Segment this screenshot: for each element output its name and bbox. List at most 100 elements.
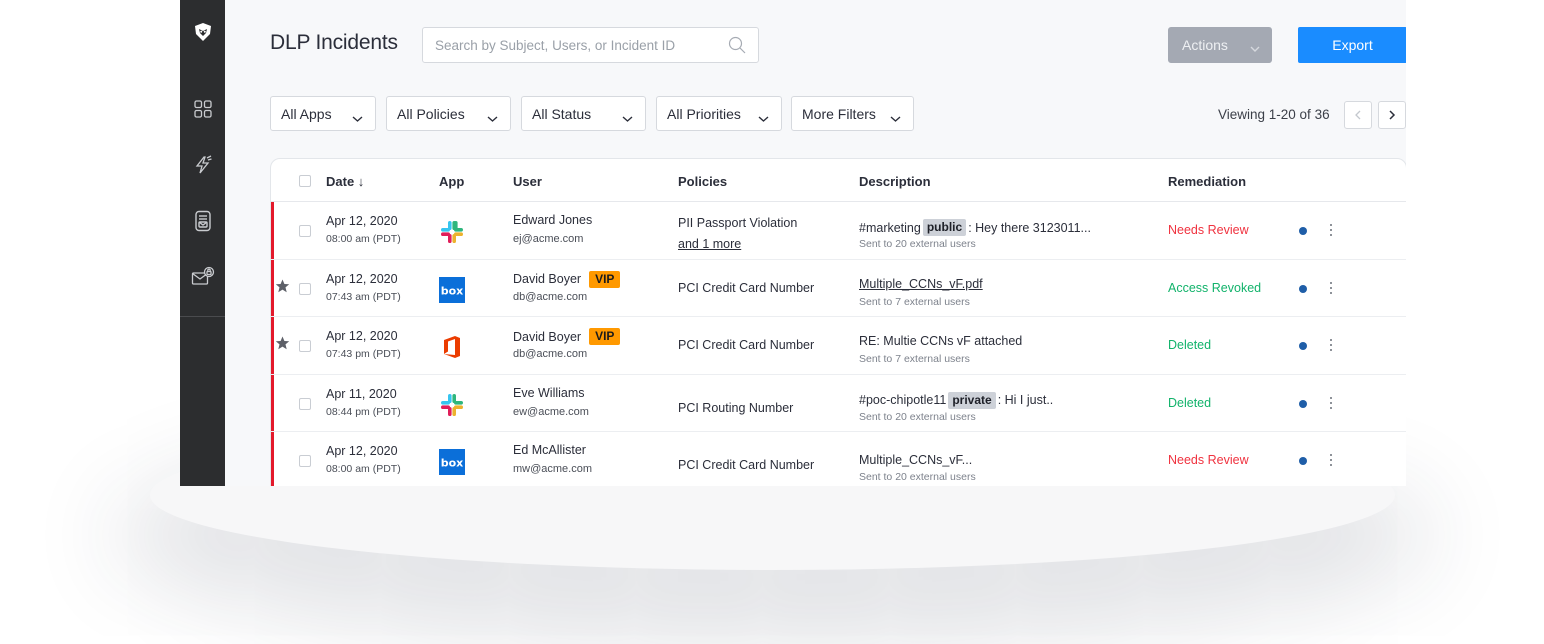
vip-badge: VIP	[589, 328, 621, 345]
next-page-button[interactable]	[1378, 101, 1406, 129]
box-icon: box	[439, 276, 465, 303]
row-checkbox[interactable]	[299, 282, 311, 295]
filter-all-apps[interactable]: All Apps	[270, 96, 376, 131]
filter-all-status[interactable]: All Status	[521, 96, 646, 131]
more-options-icon[interactable]	[1329, 222, 1333, 238]
incident-time: 08:00 am (PDT)	[326, 463, 401, 475]
status-dot	[1299, 342, 1307, 350]
description[interactable]: Multiple_CCNs_vF...	[859, 453, 972, 467]
remediation-status: Deleted	[1168, 338, 1212, 352]
channel-tag: public	[922, 219, 967, 236]
chevron-down-icon	[487, 110, 498, 126]
description-subtext: Sent to 20 external users	[859, 471, 976, 483]
incident-severity-bar	[271, 202, 274, 259]
column-date[interactable]: Date ↓	[326, 174, 364, 189]
actions-button[interactable]: Actions	[1168, 27, 1272, 63]
actions-label: Actions	[1182, 37, 1228, 53]
filter-all-priorities[interactable]: All Priorities	[656, 96, 782, 131]
incident-date: Apr 12, 2020	[326, 329, 398, 343]
remediation-status: Access Revoked	[1168, 280, 1262, 295]
star-icon[interactable]	[275, 336, 290, 355]
more-options-icon[interactable]	[1329, 395, 1333, 411]
description[interactable]: #marketing public : Hey there 3123011...	[859, 219, 1091, 236]
more-options-icon[interactable]	[1329, 280, 1333, 296]
user-name-text: Eve Williams	[513, 385, 585, 400]
incident-time: 08:44 pm (PDT)	[326, 405, 401, 418]
column-app: App	[439, 174, 465, 189]
search-icon[interactable]	[728, 36, 746, 59]
user-email: db@acme.com	[513, 290, 588, 303]
description-subtext: Sent to 7 external users	[859, 295, 970, 308]
user-email: ew@acme.com	[513, 405, 589, 418]
user-name-text: David Boyer	[513, 329, 582, 344]
row-checkbox[interactable]	[299, 340, 311, 352]
column-user: User	[513, 174, 542, 189]
user-name-text: Edward Jones	[513, 213, 593, 227]
grid-icon[interactable]	[180, 94, 225, 124]
filter-label: All Priorities	[667, 105, 741, 122]
table-row[interactable]: Apr 12, 2020 07:43 pm (PDT) David Boyer …	[271, 317, 1406, 375]
incident-severity-bar	[271, 317, 274, 374]
description-text: #marketing	[859, 220, 921, 235]
description-text: Multiple_CCNs_vF.pdf	[859, 276, 983, 291]
incidents-table: Date ↓ App User Policies Description Rem…	[270, 158, 1406, 486]
slack-icon	[439, 219, 465, 245]
incident-date: Apr 11, 2020	[326, 386, 397, 401]
description-text: Multiple_CCNs_vF...	[859, 453, 973, 467]
status-dot	[1299, 284, 1307, 293]
table-row[interactable]: Apr 12, 2020 08:00 am (PDT) Edward Jones…	[271, 202, 1406, 260]
incident-date: Apr 12, 2020	[326, 271, 398, 286]
remediation-status: Deleted	[1168, 395, 1212, 410]
table-row[interactable]: Apr 12, 2020 08:00 am (PDT) box Ed McAll…	[271, 432, 1406, 486]
lightning-icon[interactable]	[180, 150, 225, 180]
select-all-checkbox[interactable]	[299, 175, 311, 187]
app-window: DLP Incidents Actions Export All Apps	[180, 0, 1406, 486]
shield-logo-icon[interactable]	[180, 17, 225, 47]
table-row[interactable]: Apr 11, 2020 08:44 pm (PDT) Eve Williams…	[271, 374, 1406, 432]
incident-severity-bar	[271, 432, 274, 486]
description-text: RE: Multie CCNs vF attached	[859, 334, 1023, 348]
user-name[interactable]: Edward Jones	[513, 213, 592, 227]
column-policies: Policies	[678, 174, 728, 189]
user-name-text: David Boyer	[513, 272, 582, 286]
chevron-right-icon	[1389, 110, 1396, 120]
status-dot	[1299, 457, 1307, 465]
table-row[interactable]: Apr 12, 2020 07:43 am (PDT) box David Bo…	[271, 259, 1406, 317]
description[interactable]: Multiple_CCNs_vF.pdf	[859, 277, 983, 291]
prev-page-button[interactable]	[1344, 101, 1372, 129]
user-name[interactable]: David Boyer VIP	[513, 270, 621, 288]
filter-label: More Filters	[802, 105, 876, 122]
row-checkbox[interactable]	[299, 225, 311, 237]
description[interactable]: RE: Multie CCNs vF attached	[859, 334, 1022, 348]
policy-name: PII Passport Violation	[678, 216, 798, 230]
filter-all-policies[interactable]: All Policies	[386, 96, 511, 131]
archive-icon[interactable]	[180, 206, 225, 236]
column-remediation: Remediation	[1168, 174, 1247, 189]
user-name[interactable]: Eve Williams	[513, 386, 585, 400]
policy-name: PCI Credit Card Number	[678, 280, 815, 295]
user-email: db@acme.com	[513, 348, 588, 360]
user-name[interactable]: Ed McAllister	[513, 443, 586, 457]
chevron-down-icon	[1250, 40, 1260, 56]
row-checkbox[interactable]	[299, 397, 311, 410]
export-button[interactable]: Export	[1298, 27, 1406, 63]
page-title: DLP Incidents	[270, 31, 398, 54]
description[interactable]: #poc-chipotle11 private : Hi I just..	[859, 391, 1053, 409]
channel-tag: private	[948, 391, 996, 409]
more-options-icon[interactable]	[1329, 452, 1333, 468]
more-options-icon[interactable]	[1329, 337, 1333, 353]
user-name[interactable]: David Boyer VIP	[513, 328, 621, 345]
star-icon[interactable]	[275, 279, 290, 298]
description-subtext: Sent to 20 external users	[859, 410, 976, 423]
chevron-down-icon	[352, 110, 363, 126]
pagination-status: Viewing 1-20 of 36	[1218, 107, 1330, 122]
row-checkbox[interactable]	[299, 455, 311, 467]
mail-lock-icon[interactable]	[180, 262, 225, 292]
description-subtext: Sent to 20 external users	[859, 238, 976, 250]
sidebar-divider	[180, 316, 225, 317]
filter-more-filters[interactable]: More Filters	[791, 96, 914, 131]
svg-text:box: box	[441, 284, 464, 297]
incident-time: 08:00 am (PDT)	[326, 233, 401, 245]
policy-more-link[interactable]: and 1 more	[678, 237, 741, 251]
search-input[interactable]	[423, 28, 758, 62]
